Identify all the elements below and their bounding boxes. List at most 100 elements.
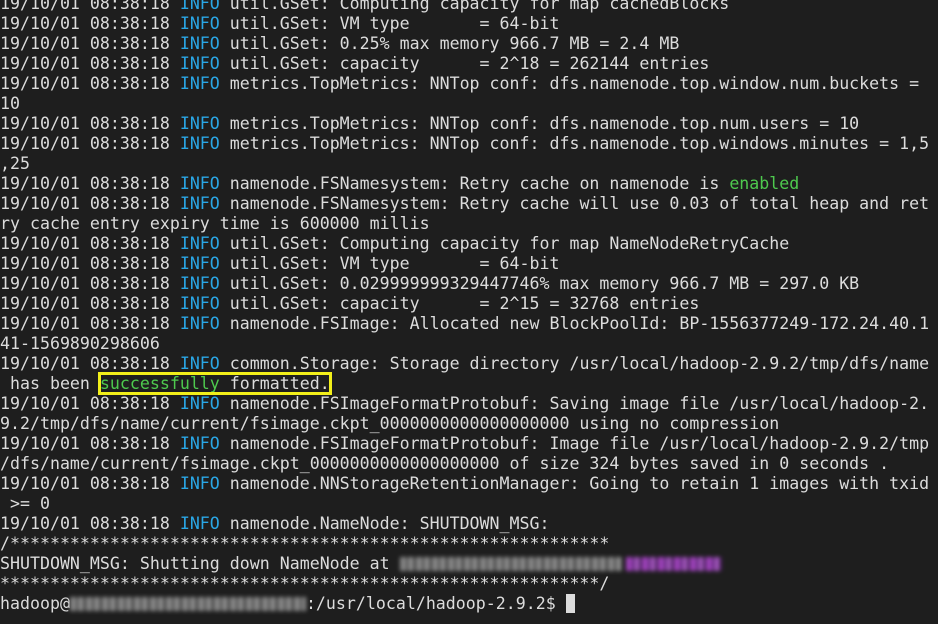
prompt-path: :/usr/local/hadoop-2.9.2$: [305, 594, 566, 613]
log-level: INFO: [179, 514, 220, 533]
text-cursor[interactable]: [565, 594, 575, 613]
log-fragment: has been: [0, 374, 100, 393]
log-line: >= 0: [0, 494, 938, 514]
log-prefix: ry cache entry expiry time is 600000 mil…: [0, 214, 430, 233]
log-prefix: 9.2/tmp/dfs/name/current/fsimage.ckpt_00…: [0, 414, 780, 433]
log-message: util.GSet: Computing capacity for map Na…: [219, 234, 790, 253]
redacted-ip-address: [625, 557, 722, 571]
log-prefix: 19/10/01 08:38:18: [0, 34, 180, 53]
banner-text: ****************************************…: [0, 574, 610, 593]
log-message: namenode.NNStorageRetentionManager: Goin…: [219, 474, 930, 493]
log-line: 19/10/01 08:38:18 INFO namenode.NNStorag…: [0, 474, 938, 494]
log-level: INFO: [179, 314, 220, 333]
shutdown-text: SHUTDOWN_MSG: Shutting down NameNode at: [0, 554, 400, 573]
log-line-formatted: has been successfully formatted.: [0, 372, 938, 395]
log-line: 19/10/01 08:38:18 INFO util.GSet: VM typ…: [0, 254, 938, 274]
log-line: 19/10/01 08:38:18 INFO metrics.TopMetric…: [0, 74, 938, 94]
status-successfully: successfully: [99, 374, 220, 393]
log-line: 19/10/01 08:38:18 INFO util.GSet: 0.25% …: [0, 34, 938, 54]
log-prefix: 19/10/01 08:38:18: [0, 74, 180, 93]
log-line: 19/10/01 08:38:18 INFO util.GSet: Comput…: [0, 234, 938, 254]
log-line: 10: [0, 94, 938, 114]
shell-prompt[interactable]: hadoop@ :/usr/local/hadoop-2.9.2$: [0, 594, 938, 614]
log-message: metrics.TopMetrics: NNTop conf: dfs.name…: [219, 114, 860, 133]
log-line: ,25: [0, 154, 938, 174]
log-level: INFO: [179, 354, 220, 373]
log-message: metrics.TopMetrics: NNTop conf: dfs.name…: [219, 74, 930, 93]
log-message: common.Storage: Storage directory /usr/l…: [219, 354, 930, 373]
log-prefix: 19/10/01 08:38:18: [0, 14, 180, 33]
log-level: INFO: [179, 394, 220, 413]
log-message: metrics.TopMetrics: NNTop conf: dfs.name…: [219, 134, 930, 153]
log-line: 19/10/01 08:38:18 INFO namenode.FSImage:…: [0, 314, 938, 334]
log-prefix: 19/10/01 08:38:18: [0, 294, 180, 313]
status-enabled: enabled: [729, 174, 800, 193]
log-line: 19/10/01 08:38:18 INFO util.GSet: capaci…: [0, 294, 938, 314]
log-prefix: 19/10/01 08:38:18: [0, 254, 180, 273]
log-prefix: ,25: [0, 154, 30, 173]
log-line: 19/10/01 08:38:18 INFO namenode.FSImageF…: [0, 434, 938, 454]
log-line: 41-1569890298606: [0, 334, 938, 354]
log-message: util.GSet: capacity = 2^15 = 32768 entri…: [219, 294, 700, 313]
log-line: 19/10/01 08:38:18 INFO metrics.TopMetric…: [0, 134, 938, 154]
prompt-user: hadoop@: [0, 594, 70, 613]
log-message: namenode.FSImageFormatProtobuf: Saving i…: [219, 394, 930, 413]
log-level: INFO: [179, 474, 220, 493]
log-prefix: /***************************************…: [0, 534, 610, 553]
log-line: ry cache entry expiry time is 600000 mil…: [0, 214, 938, 234]
log-prefix: 19/10/01 08:38:18: [0, 394, 180, 413]
log-level: INFO: [179, 0, 220, 13]
log-message: namenode.FSImage: Allocated new BlockPoo…: [219, 314, 930, 333]
log-prefix: 19/10/01 08:38:18: [0, 114, 180, 133]
log-prefix: 19/10/01 08:38:18: [0, 514, 180, 533]
highlight-box: successfully formatted.: [97, 372, 332, 395]
log-prefix: 19/10/01 08:38:18: [0, 274, 180, 293]
log-level: INFO: [179, 134, 220, 153]
log-line: /dfs/name/current/fsimage.ckpt_000000000…: [0, 454, 938, 474]
log-message: namenode.FSNamesystem: Retry cache will …: [219, 194, 930, 213]
log-line: 19/10/01 08:38:18 INFO namenode.FSNamesy…: [0, 174, 938, 194]
log-line: 19/10/01 08:38:18 INFO metrics.TopMetric…: [0, 114, 938, 134]
log-prefix: 19/10/01 08:38:18: [0, 354, 180, 373]
log-prefix: 41-1569890298606: [0, 334, 160, 353]
log-level: INFO: [179, 34, 220, 53]
log-prefix: 19/10/01 08:38:18: [0, 234, 180, 253]
log-line: 19/10/01 08:38:18 INFO util.GSet: VM typ…: [0, 14, 938, 34]
log-line: 19/10/01 08:38:18 INFO namenode.FSImageF…: [0, 394, 938, 414]
log-level: INFO: [179, 74, 220, 93]
log-line: 19/10/01 08:38:18 INFO util.GSet: Comput…: [0, 0, 938, 14]
log-line: 19/10/01 08:38:18 INFO util.GSet: 0.0299…: [0, 274, 938, 294]
log-level: INFO: [179, 54, 220, 73]
log-line: 19/10/01 08:38:18 INFO namenode.NameNode…: [0, 514, 938, 534]
log-prefix: 19/10/01 08:38:18: [0, 134, 180, 153]
log-message: util.GSet: capacity = 2^18 = 262144 entr…: [219, 54, 710, 73]
log-level: INFO: [179, 434, 220, 453]
log-prefix: 19/10/01 08:38:18: [0, 174, 180, 193]
log-level: INFO: [179, 254, 220, 273]
log-prefix: 19/10/01 08:38:18: [0, 474, 180, 493]
log-message: util.GSet: Computing capacity for map ca…: [219, 0, 730, 13]
redacted-hostname: [399, 557, 622, 571]
log-line: 19/10/01 08:38:18 INFO util.GSet: capaci…: [0, 54, 938, 74]
log-fragment: formatted.: [219, 374, 330, 393]
terminal-window[interactable]: 19/10/01 08:38:18 INFO util.GSet: Comput…: [0, 0, 938, 614]
shutdown-line: SHUTDOWN_MSG: Shutting down NameNode at: [0, 554, 938, 574]
log-level: INFO: [179, 194, 220, 213]
log-prefix: >= 0: [0, 494, 50, 513]
log-prefix: 19/10/01 08:38:18: [0, 194, 180, 213]
log-prefix: 19/10/01 08:38:18: [0, 0, 180, 13]
banner-end: ****************************************…: [0, 574, 938, 594]
log-level: INFO: [179, 274, 220, 293]
log-prefix: 10: [0, 94, 20, 113]
log-level: INFO: [179, 114, 220, 133]
log-level: INFO: [179, 14, 220, 33]
log-prefix: 19/10/01 08:38:18: [0, 54, 180, 73]
log-prefix: 19/10/01 08:38:18: [0, 434, 180, 453]
log-message: util.GSet: 0.029999999329447746% max mem…: [219, 274, 860, 293]
log-message: namenode.FSImageFormatProtobuf: Image fi…: [219, 434, 930, 453]
log-message: util.GSet: VM type = 64-bit: [219, 14, 560, 33]
log-line: 19/10/01 08:38:18 INFO namenode.FSNamesy…: [0, 194, 938, 214]
redacted-prompt-hostname: [69, 597, 306, 611]
log-level: INFO: [179, 174, 220, 193]
log-line: /***************************************…: [0, 534, 938, 554]
